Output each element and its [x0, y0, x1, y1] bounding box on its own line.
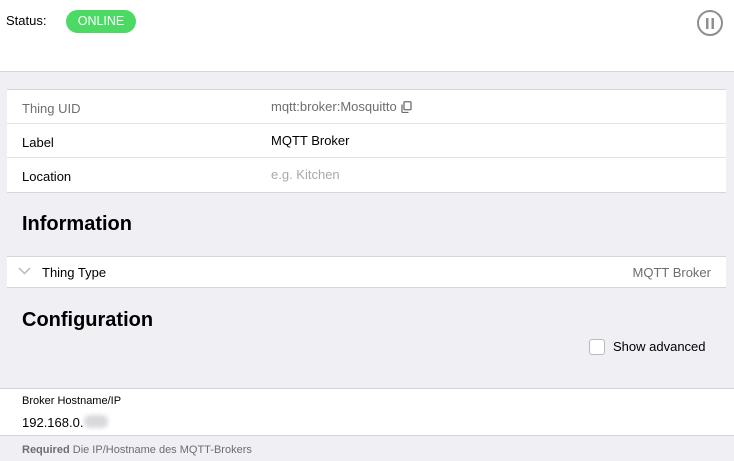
thing-type-value: MQTT Broker [632, 265, 712, 280]
show-advanced-label: Show advanced [613, 339, 706, 354]
location-row[interactable]: Location e.g. Kitchen [7, 158, 726, 192]
thing-uid-row: Thing UID mqtt:broker:Mosquitto [7, 90, 726, 124]
required-tag: Required [22, 444, 70, 456]
thing-properties-list: Thing UID mqtt:broker:Mosquitto Label MQ… [7, 89, 726, 193]
redacted-ip-mask [84, 415, 108, 428]
location-input[interactable]: e.g. Kitchen [271, 167, 340, 182]
thing-type-label: Thing Type [42, 265, 107, 280]
label-key: Label [22, 135, 54, 150]
broker-hostname-label: Broker Hostname/IP [22, 395, 122, 407]
copy-icon[interactable] [401, 101, 412, 113]
broker-hint-text: Die IP/Hostname des MQTT-Brokers [72, 444, 252, 456]
location-key: Location [22, 169, 72, 184]
information-heading: Information [22, 213, 132, 235]
thing-uid-label: Thing UID [22, 101, 81, 116]
pause-button[interactable] [697, 10, 723, 36]
status-bar: Status: ONLINE [0, 0, 734, 72]
chevron-down-icon [18, 267, 31, 275]
thing-uid-value: mqtt:broker:Mosquitto [271, 99, 397, 114]
thing-uid-value-wrap: mqtt:broker:Mosquitto [271, 99, 412, 114]
configuration-heading: Configuration [22, 309, 154, 331]
show-advanced-checkbox[interactable] [589, 339, 605, 355]
broker-hostname-field: Broker Hostname/IP [0, 388, 734, 436]
broker-hostname-hint: Required Die IP/Hostname des MQTT-Broker… [22, 444, 252, 456]
status-label: Status: [6, 13, 47, 28]
label-row[interactable]: Label MQTT Broker [7, 124, 726, 158]
thing-type-accordion[interactable]: Thing Type MQTT Broker [7, 256, 726, 288]
status-badge: ONLINE [66, 10, 136, 33]
label-value[interactable]: MQTT Broker [271, 133, 350, 148]
broker-hostname-input[interactable] [22, 413, 622, 431]
pause-circle-icon [706, 17, 714, 29]
